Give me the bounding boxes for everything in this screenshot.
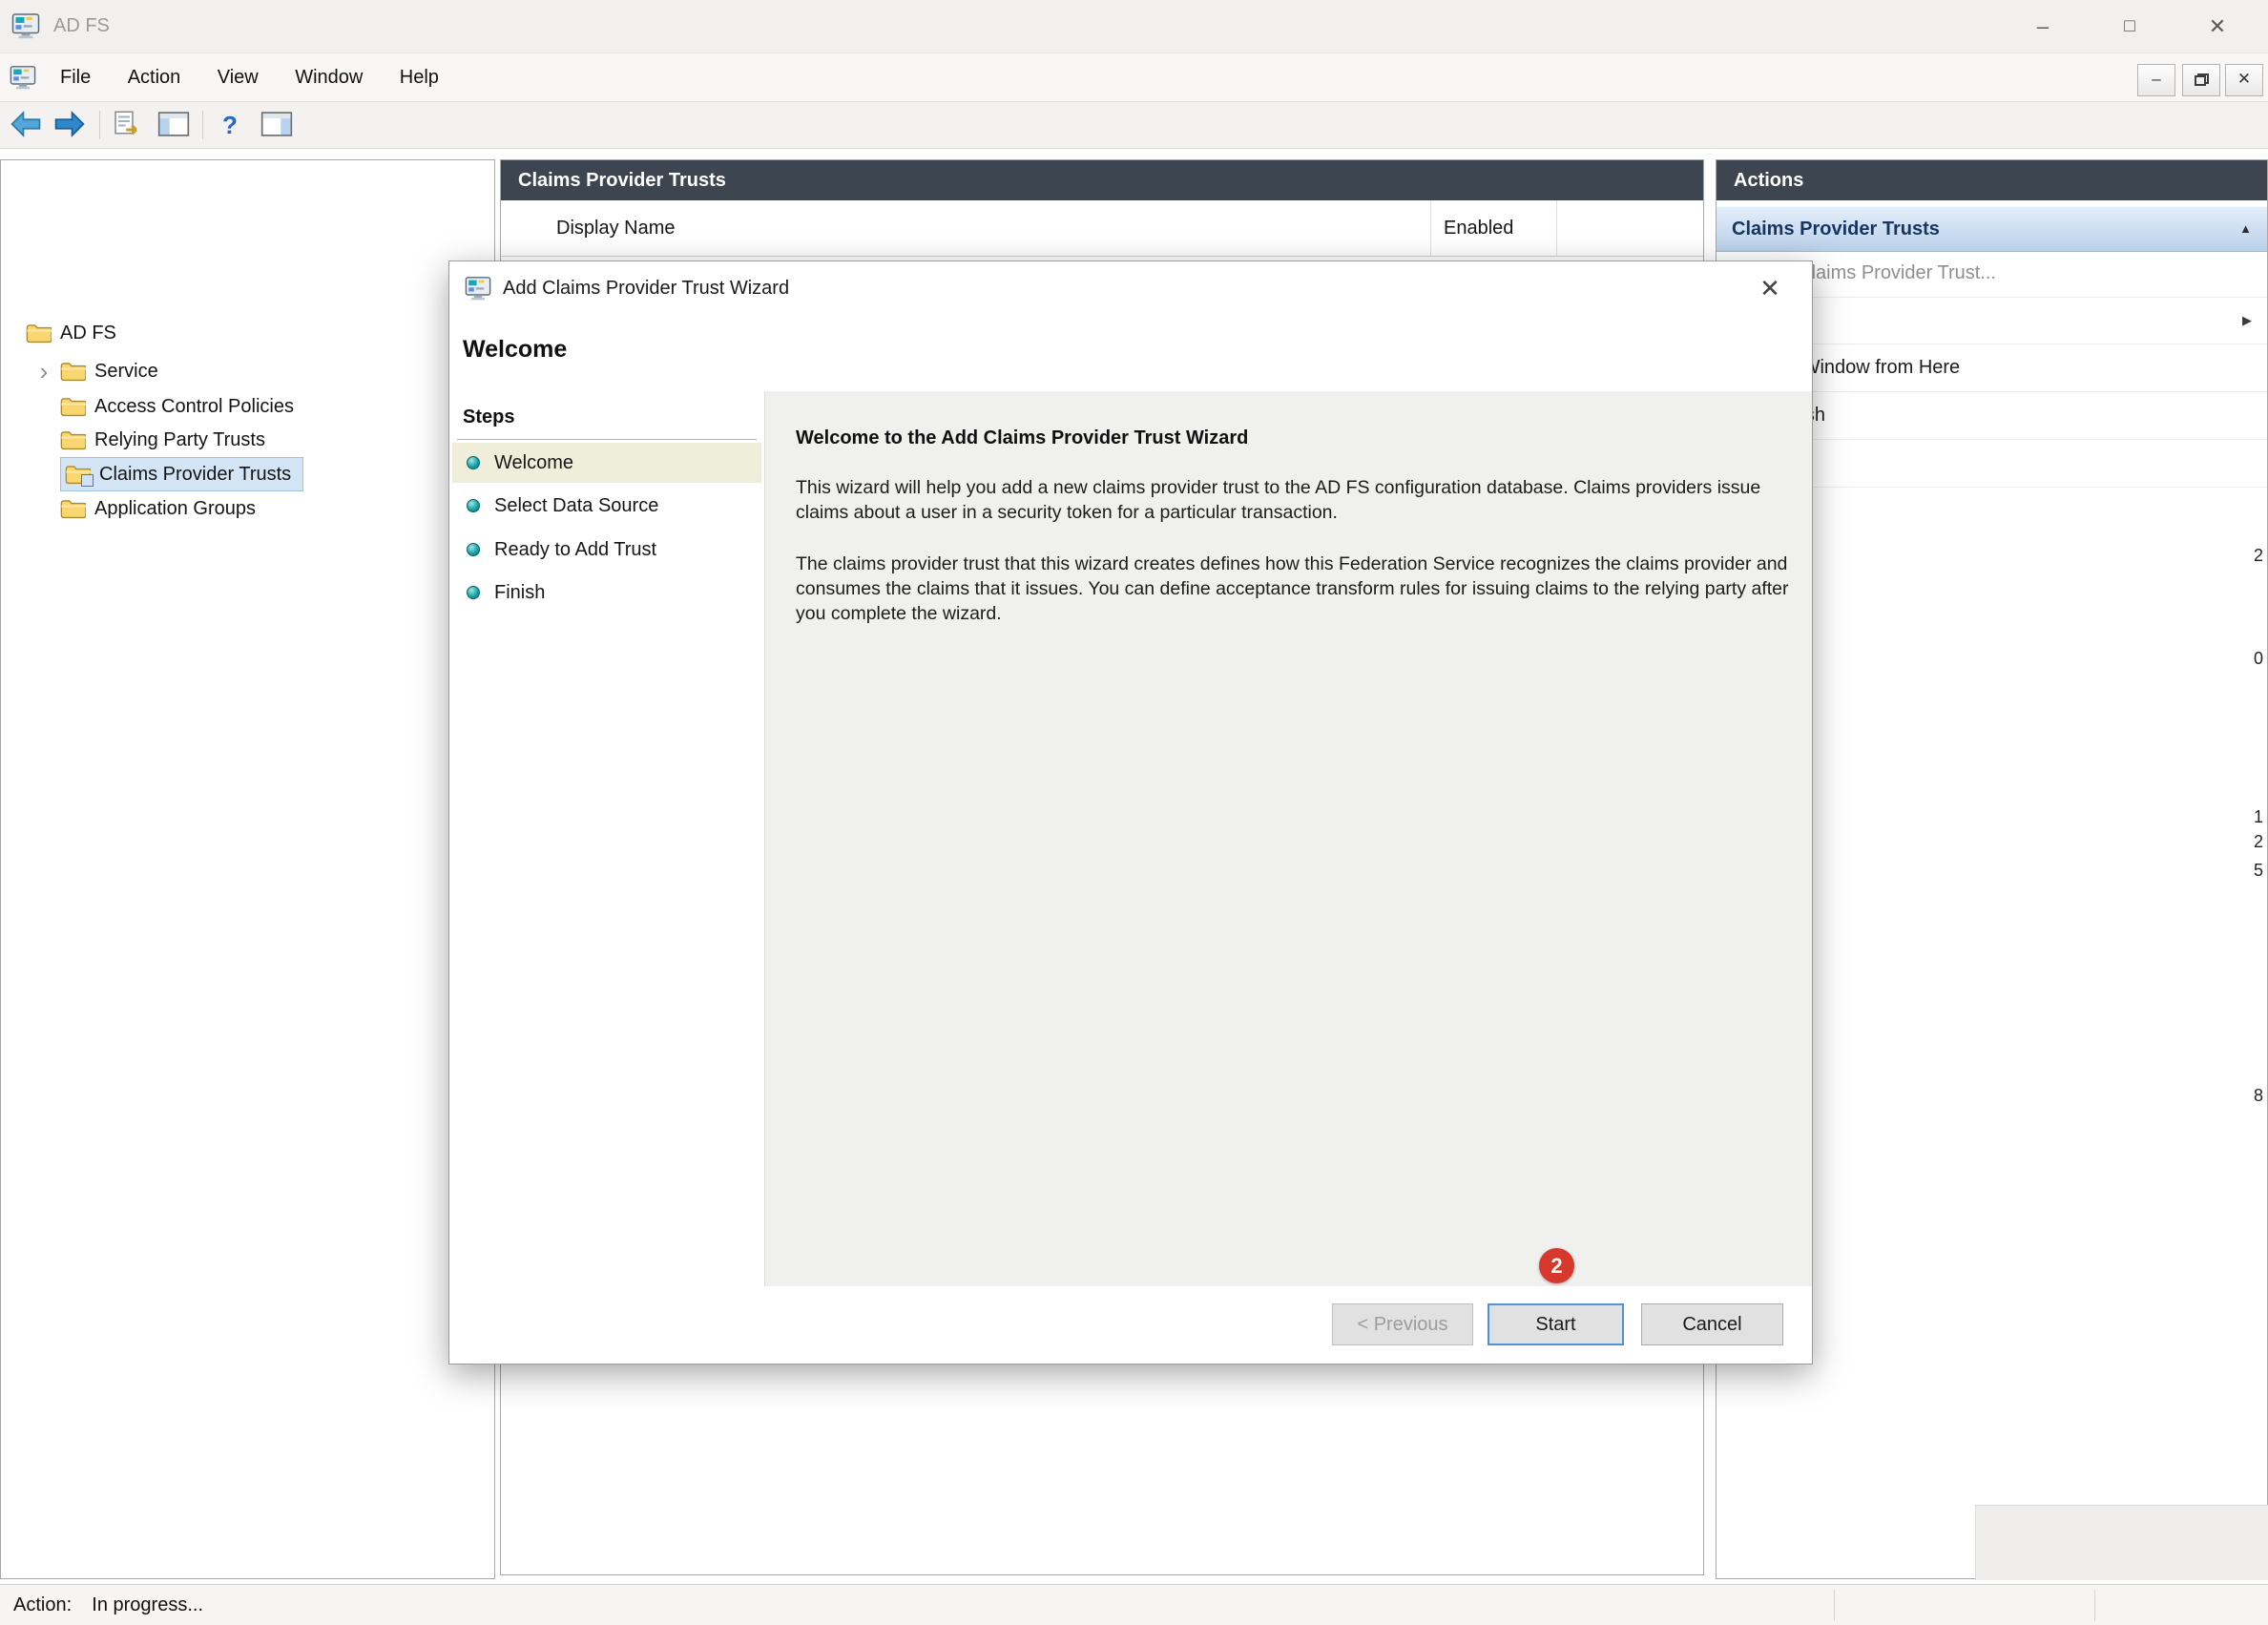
steps-divider <box>457 439 757 440</box>
toolbar-separator <box>202 111 203 139</box>
step-bullet-icon <box>467 586 480 599</box>
tree-item-service[interactable]: › Service <box>3 354 489 388</box>
console-tree-toggle-icon[interactable] <box>157 110 190 139</box>
wizard-paragraph-2: The claims provider trust that this wiza… <box>796 552 1794 626</box>
step-bullet-icon <box>467 499 480 512</box>
step-welcome[interactable]: Welcome <box>452 443 761 483</box>
minimize-button[interactable]: – <box>2009 0 2076 52</box>
dialog-title: Add Claims Provider Trust Wizard <box>503 261 789 315</box>
screen-edge-fragment: 2 <box>2254 832 2263 852</box>
submenu-arrow-icon: ▶ <box>2242 297 2252 344</box>
step-select-data-source[interactable]: Select Data Source <box>452 486 761 526</box>
dialog-titlebar[interactable]: Add Claims Provider Trust Wizard ✕ <box>449 261 1812 315</box>
wizard-content-heading: Welcome to the Add Claims Provider Trust… <box>796 427 1248 449</box>
menu-action[interactable]: Action <box>112 53 198 101</box>
window-titlebar: AD FS – □ ✕ <box>0 0 2268 53</box>
status-label: Action: <box>13 1594 72 1615</box>
close-button[interactable]: ✕ <box>2184 0 2251 52</box>
toolbar: ? <box>0 102 2268 149</box>
window-title: AD FS <box>53 0 110 52</box>
tree-selection-highlight: Claims Provider Trusts <box>60 457 303 491</box>
actions-group-header[interactable]: Claims Provider Trusts ▲ <box>1717 206 2267 252</box>
status-bar: Action: In progress... <box>0 1584 2268 1625</box>
status-value: In progress... <box>92 1594 203 1615</box>
folder-icon <box>60 396 86 417</box>
tree-item-application-groups[interactable]: Application Groups <box>3 491 489 526</box>
menu-bar: File Action View Window Help – ✕ <box>0 53 2268 102</box>
export-list-icon[interactable] <box>113 110 141 139</box>
collapse-chevron-icon[interactable]: ▲ <box>2239 207 2252 251</box>
tree-item-access-control-policies[interactable]: Access Control Policies <box>3 389 489 424</box>
screen-edge-fragment: 2 <box>2254 546 2263 566</box>
adfs-app-icon <box>11 11 40 40</box>
corner-panel <box>1975 1505 2268 1580</box>
child-close-button[interactable]: ✕ <box>2225 64 2263 96</box>
console-window-icon <box>10 64 36 91</box>
menu-view[interactable]: View <box>201 53 275 101</box>
child-minimize-button[interactable]: – <box>2137 64 2175 96</box>
column-separator[interactable] <box>1430 200 1431 256</box>
steps-title: Steps <box>463 406 514 428</box>
back-icon[interactable] <box>10 110 42 139</box>
wizard-page-heading: Welcome <box>463 336 567 364</box>
wizard-steps-panel: Steps Welcome Select Data Source Ready t… <box>449 391 764 1364</box>
action-pane-toggle-icon[interactable] <box>260 110 293 139</box>
restore-icon <box>2195 73 2209 86</box>
results-pane-header: Claims Provider Trusts <box>501 160 1703 200</box>
dialog-close-icon[interactable]: ✕ <box>1751 261 1789 315</box>
folder-icon <box>60 429 86 450</box>
statusbar-separator <box>2094 1590 2095 1621</box>
menu-items: File Action View Window Help <box>44 53 455 101</box>
console-tree-pane: AD FS › Service Access Control Policies … <box>0 159 495 1579</box>
wizard-icon <box>465 275 491 302</box>
tree-item-relying-party-trusts[interactable]: Relying Party Trusts <box>3 423 489 457</box>
menu-help[interactable]: Help <box>384 53 455 101</box>
step-bullet-icon <box>467 543 480 556</box>
child-restore-button[interactable] <box>2182 64 2220 96</box>
annotation-step-badge: 2 <box>1539 1248 1574 1283</box>
add-claims-provider-trust-wizard-dialog: Add Claims Provider Trust Wizard ✕ Welco… <box>448 260 1813 1365</box>
previous-button[interactable]: < Previous <box>1332 1303 1473 1345</box>
maximize-button[interactable]: □ <box>2096 0 2163 52</box>
folder-icon <box>60 361 86 382</box>
column-separator[interactable] <box>1556 200 1557 256</box>
forward-icon[interactable] <box>53 110 86 139</box>
cancel-button[interactable]: Cancel <box>1641 1303 1783 1345</box>
actions-pane-header: Actions <box>1717 160 2267 200</box>
screen-edge-fragment: 5 <box>2254 861 2263 881</box>
screen-edge-fragment: 8 <box>2254 1086 2263 1106</box>
toolbar-separator <box>99 111 100 139</box>
folder-icon <box>26 323 52 344</box>
column-enabled[interactable]: Enabled <box>1444 200 1513 256</box>
menu-window[interactable]: Window <box>279 53 379 101</box>
step-ready-to-add-trust[interactable]: Ready to Add Trust <box>452 530 761 570</box>
chevron-right-icon[interactable]: › <box>28 354 60 388</box>
adfs-console-window: AD FS – □ ✕ File Action View Window Help… <box>0 0 2268 1625</box>
wizard-content-area: Welcome to the Add Claims Provider Trust… <box>764 391 1812 1286</box>
help-icon[interactable]: ? <box>216 102 244 148</box>
wizard-button-row: < Previous Start Cancel <box>764 1286 1812 1364</box>
folder-icon <box>65 464 91 485</box>
tree-item-ad-fs[interactable]: AD FS <box>3 316 489 350</box>
statusbar-separator <box>1834 1590 1835 1621</box>
tree-item-claims-provider-trusts[interactable]: Claims Provider Trusts <box>3 457 489 491</box>
list-column-header-row: Display Name Enabled <box>501 200 1703 257</box>
step-finish[interactable]: Finish <box>452 573 761 613</box>
status-text: Action: In progress... <box>13 1585 203 1625</box>
folder-icon <box>60 498 86 519</box>
step-bullet-icon <box>467 456 480 469</box>
start-button[interactable]: Start <box>1488 1303 1624 1345</box>
wizard-paragraph-1: This wizard will help you add a new clai… <box>796 475 1794 525</box>
screen-edge-fragment: 0 <box>2254 649 2263 669</box>
screen-edge-fragment: 1 <box>2254 807 2263 827</box>
column-display-name[interactable]: Display Name <box>556 200 675 256</box>
menu-file[interactable]: File <box>44 53 107 101</box>
